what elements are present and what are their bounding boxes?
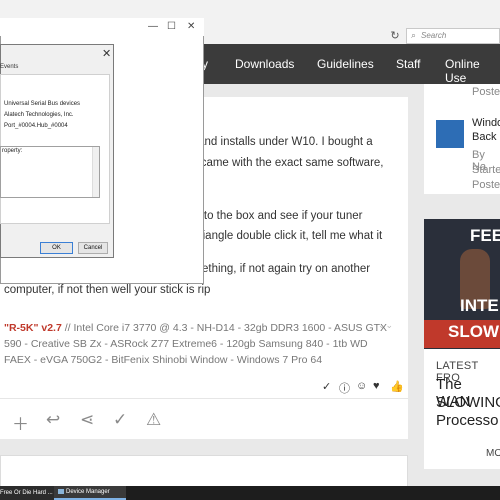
signature-specs: // Intel Core i7 3770 @ 4.3 - NH-D14 - 3… (4, 322, 388, 366)
post-line: g triangle double click it, tell me what… (186, 230, 383, 242)
signature-name: "R-5K" v2.7 (4, 322, 62, 334)
thumbs-up-icon[interactable]: 👍 (390, 380, 404, 393)
topic-title-line[interactable]: Windo (472, 117, 500, 129)
check-icon[interactable]: ✓ (322, 380, 331, 393)
smile-icon[interactable]: ☺ (356, 380, 367, 392)
search-placeholder: Search (421, 31, 447, 40)
ok-button[interactable]: OK (40, 242, 73, 254)
search-input[interactable]: ⌕ Search (406, 28, 500, 44)
more-link[interactable]: MO (486, 448, 500, 459)
post-line: c into the box and see if your tuner (186, 210, 363, 222)
thumbnail-text: SLOWI (448, 322, 500, 341)
nav-item-downloads[interactable]: Downloads (235, 57, 294, 71)
check-icon[interactable]: ✓ (113, 410, 127, 430)
latest-title-line[interactable]: Processo (436, 412, 499, 429)
nav-item-online-users[interactable]: Online Use (445, 57, 500, 85)
property-label: roperty: (2, 148, 23, 154)
nav-item-staff[interactable]: Staff (396, 57, 420, 71)
cancel-button[interactable]: Cancel (78, 242, 108, 254)
latest-title-line[interactable]: SLOWING (436, 394, 500, 411)
post-line: omething, if not again try on another (186, 263, 371, 275)
signature: "R-5K" v2.7 // Intel Core i7 3770 @ 4.3 … (4, 320, 394, 368)
thumbnail-text: FEE (470, 226, 500, 245)
posted-meta: Posted (472, 179, 500, 191)
share-icon[interactable]: ⋖ (80, 410, 94, 430)
topic-title-line[interactable]: Back (472, 131, 496, 143)
taskbar-item-browser[interactable]: Free Or Die Hard ... (0, 486, 54, 500)
taskbar-item-label: Device Manager (66, 489, 110, 495)
topic-avatar[interactable] (436, 120, 464, 148)
post-line: ts and installs under W10. I bought a (186, 136, 373, 148)
minimize-icon[interactable]: — (148, 21, 158, 32)
maximize-icon[interactable]: ☐ (167, 21, 176, 32)
tab-events[interactable]: Events (0, 64, 20, 70)
manufacturer: Alatech Technologies, Inc. (4, 112, 74, 118)
nav-item-guidelines[interactable]: Guidelines (317, 57, 374, 71)
info-icon[interactable]: ⓘ (339, 380, 350, 396)
location: Port_#0004.Hub_#0004 (4, 123, 68, 129)
search-icon: ⌕ (411, 30, 417, 40)
device-manager-icon (58, 488, 64, 494)
scrollbar[interactable] (92, 147, 99, 197)
topic-started: Starte (472, 164, 500, 176)
collapse-icon[interactable]: ⌄⌄ (378, 320, 393, 331)
close-icon[interactable]: ✕ (102, 47, 111, 60)
close-icon[interactable]: ✕ (187, 21, 195, 32)
reload-icon[interactable]: ↻ (388, 29, 402, 43)
divider (0, 398, 408, 399)
posted-meta: Posted (472, 86, 500, 98)
taskbar-item-device-manager[interactable]: Device Manager (54, 486, 126, 500)
post-line: l it came with the exact same software, (186, 157, 384, 169)
post-line: computer, if not then well your stick is… (4, 284, 211, 296)
device-type: Universal Serial Bus devices (4, 101, 81, 107)
heart-icon[interactable]: ♥ (373, 380, 380, 392)
reply-icon[interactable]: ↩ (46, 410, 60, 430)
warning-icon[interactable]: ⚠ (146, 410, 161, 430)
plus-icon[interactable]: ＋ (12, 410, 29, 435)
thumbnail-text: INTE (460, 296, 499, 315)
